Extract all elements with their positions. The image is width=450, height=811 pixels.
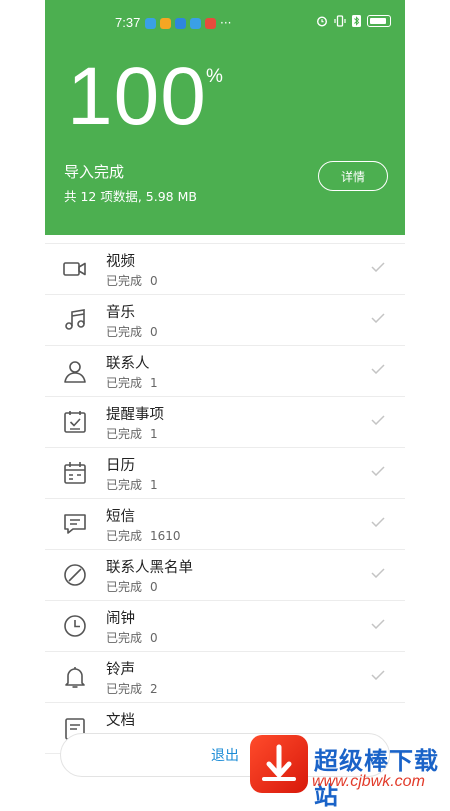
item-name: 联系人黑名单 [106, 560, 193, 576]
contact-icon [62, 358, 88, 384]
item-status-label: 已完成 [106, 682, 143, 696]
reminder-icon [62, 409, 88, 435]
watermark-url: www.cjbwk.com [312, 773, 425, 790]
checkmark-icon [371, 262, 385, 272]
item-count: 0 [150, 580, 158, 594]
item-count: 2 [150, 682, 158, 696]
checkmark-icon [371, 466, 385, 476]
item-count: 0 [150, 274, 158, 288]
import-item-row: 视频 已完成 0 [45, 243, 405, 295]
item-name: 日历 [106, 458, 135, 474]
item-status-label: 已完成 [106, 325, 143, 339]
bell-icon [62, 664, 88, 690]
notification-icons: ··· [145, 16, 231, 30]
item-count: 1 [150, 478, 158, 492]
item-count: 0 [150, 631, 158, 645]
item-status: 已完成 1 [106, 425, 158, 442]
item-status: 已完成 0 [106, 323, 158, 340]
details-button[interactable]: 详情 [318, 161, 388, 191]
import-item-list: 视频 已完成 0 音乐 已完成 0 联系人 已完成 1 提醒事项 已完成 1 日… [45, 243, 405, 754]
app-notification-icon [205, 17, 216, 29]
import-item-row: 闹钟 已完成 0 [45, 601, 405, 652]
item-name: 短信 [106, 509, 135, 525]
checkmark-icon [371, 415, 385, 425]
item-status: 已完成 0 [106, 578, 158, 595]
item-status-label: 已完成 [106, 529, 143, 543]
item-status-label: 已完成 [106, 580, 143, 594]
item-count: 1610 [150, 529, 181, 543]
import-item-row: 提醒事项 已完成 1 [45, 397, 405, 448]
item-name: 音乐 [106, 305, 135, 321]
item-count: 0 [150, 325, 158, 339]
import-summary: 共 12 项数据, 5.98 MB [64, 189, 197, 204]
percent-symbol: % [206, 66, 223, 87]
app-notification-icon [190, 17, 201, 29]
app-notification-icon [160, 17, 171, 29]
music-icon [62, 307, 88, 333]
item-count: 1 [150, 427, 158, 441]
checkmark-icon [371, 313, 385, 323]
blocklist-icon [62, 562, 88, 588]
item-status: 已完成 2 [106, 680, 158, 697]
clock-icon [62, 613, 88, 639]
item-status-label: 已完成 [106, 478, 143, 492]
item-status: 已完成 0 [106, 272, 158, 289]
checkmark-icon [371, 364, 385, 374]
import-item-row: 铃声 已完成 2 [45, 652, 405, 703]
import-status-title: 导入完成 [64, 163, 125, 181]
vibrate-icon [334, 15, 346, 27]
site-watermark: 超级棒下载站 www.cjbwk.com [250, 733, 450, 810]
import-item-row: 日历 已完成 1 [45, 448, 405, 499]
item-name: 文档 [106, 713, 135, 729]
checkmark-icon [371, 568, 385, 578]
status-bar: 7:37 ··· [45, 13, 405, 33]
checkmark-icon [371, 670, 385, 680]
bluetooth-icon [352, 15, 361, 27]
alarm-icon [316, 16, 328, 27]
status-right [316, 15, 391, 27]
item-status-label: 已完成 [106, 274, 143, 288]
item-status: 已完成 1 [106, 374, 158, 391]
watermark-logo [250, 735, 308, 793]
message-icon [62, 511, 88, 537]
calendar-icon [62, 460, 88, 486]
import-item-row: 音乐 已完成 0 [45, 295, 405, 346]
status-time: 7:37 [115, 15, 141, 30]
result-header: 7:37 ··· 100 % 导入完成 共 12 项数据, 5.98 MB 详情 [45, 0, 405, 235]
checkmark-icon [371, 619, 385, 629]
item-status-label: 已完成 [106, 427, 143, 441]
phone-screen: 7:37 ··· 100 % 导入完成 共 12 项数据, 5.98 MB 详情 [45, 0, 405, 800]
item-status-label: 已完成 [106, 376, 143, 390]
import-item-row: 联系人 已完成 1 [45, 346, 405, 397]
item-status: 已完成 0 [106, 629, 158, 646]
item-name: 闹钟 [106, 611, 135, 627]
progress-percent: 100 [67, 51, 207, 142]
import-item-row: 联系人黑名单 已完成 0 [45, 550, 405, 601]
checkmark-icon [371, 517, 385, 527]
item-name: 提醒事项 [106, 407, 164, 423]
item-status: 已完成 1 [106, 476, 158, 493]
video-icon [62, 256, 88, 282]
more-notifications: ··· [220, 16, 232, 30]
item-name: 视频 [106, 254, 135, 270]
battery-icon [367, 15, 391, 27]
import-item-row: 短信 已完成 1610 [45, 499, 405, 550]
app-notification-icon [175, 17, 186, 29]
item-name: 铃声 [106, 662, 135, 678]
item-name: 联系人 [106, 356, 150, 372]
app-notification-icon [145, 17, 156, 29]
item-count: 1 [150, 376, 158, 390]
item-status: 已完成 1610 [106, 527, 181, 544]
item-status-label: 已完成 [106, 631, 143, 645]
